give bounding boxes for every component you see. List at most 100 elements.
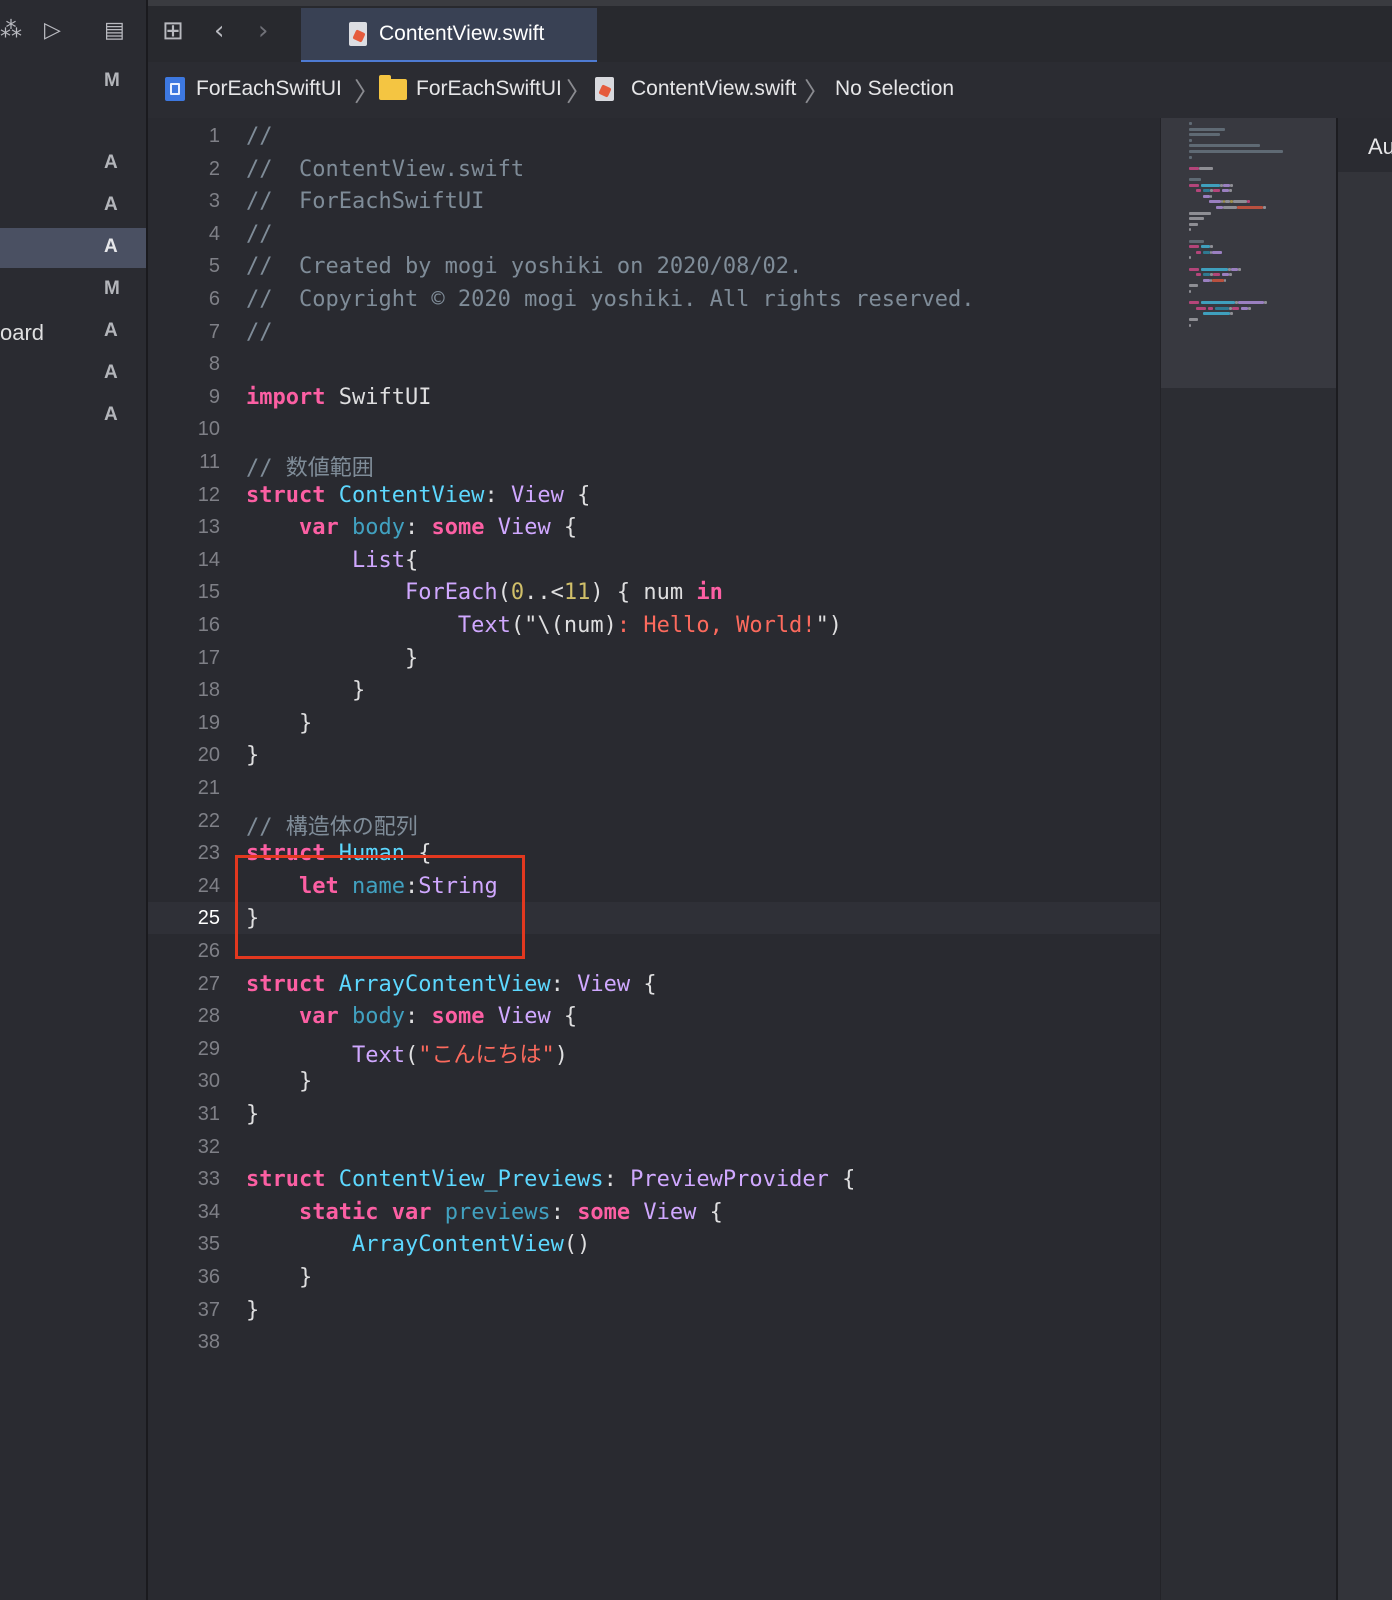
code-line[interactable]: 32 <box>148 1131 1160 1163</box>
code-text: // ForEachSwiftUI <box>246 189 485 215</box>
code-line[interactable]: 34 static var previews: some View { <box>148 1196 1160 1228</box>
code-line[interactable]: 5 // Created by mogi yoshiki on 2020/08/0… <box>148 250 1160 282</box>
minimap-line <box>1196 273 1201 277</box>
minimap-line <box>1248 306 1251 310</box>
minimap-line <box>1203 273 1210 277</box>
back-chevron-icon[interactable]: ‹ <box>214 18 224 44</box>
navigator-file-item[interactable]: M <box>0 270 146 310</box>
code-line[interactable]: 18 } <box>148 674 1160 706</box>
line-number: 7 <box>208 320 220 343</box>
project-navigator: ⁂ ▷ ▤ M A A A Moard A A A <box>0 0 148 1600</box>
tab-contentview-swift[interactable]: ContentView.swift <box>301 8 597 62</box>
code-text: List{ <box>351 547 419 573</box>
breakpoint-navigator-icon[interactable]: ⁂ <box>0 20 22 42</box>
code-line[interactable]: 15 ForEach(0..<11) { num in <box>148 576 1160 608</box>
minimap[interactable] <box>1160 118 1337 1600</box>
minimap-line <box>1213 189 1220 193</box>
inspector-content <box>1338 172 1392 1600</box>
minimap-line <box>1212 278 1224 282</box>
code-text: // ContentView.swift <box>246 156 525 182</box>
code-line[interactable]: 36 } <box>148 1261 1160 1293</box>
code-line[interactable]: 33 struct ContentView_Previews: PreviewPr… <box>148 1163 1160 1195</box>
code-line[interactable]: 29 Text("こんにちは") <box>148 1033 1160 1068</box>
code-line[interactable]: 17 } <box>148 642 1160 674</box>
code-line[interactable]: 10 <box>148 413 1160 445</box>
code-line[interactable]: 30 } <box>148 1065 1160 1097</box>
code-line[interactable]: 38 <box>148 1326 1160 1358</box>
minimap-line <box>1189 150 1283 153</box>
code-line[interactable]: 37} <box>148 1294 1160 1326</box>
code-text: // 数値範囲 <box>246 456 374 481</box>
code-line[interactable]: 19 } <box>148 707 1160 739</box>
code-text: Text("こんにちは") <box>351 1042 568 1068</box>
code-line[interactable]: 22 // 構造体の配列 <box>148 805 1160 840</box>
navigator-file-item[interactable]: A <box>0 144 146 184</box>
breadcrumb-file[interactable]: ContentView.swift <box>631 77 796 101</box>
minimap-line <box>1230 183 1233 187</box>
line-number: 21 <box>197 777 220 799</box>
line-number: 9 <box>208 385 220 408</box>
minimap-line <box>1238 267 1241 271</box>
code-text: // <box>246 221 273 247</box>
source-control-status-badge: A <box>104 320 118 341</box>
code-text: // Copyright © 2020 mogi yoshiki. All ri… <box>246 287 975 312</box>
navigator-file-item[interactable]: A <box>0 396 146 436</box>
line-number: 30 <box>197 1070 220 1093</box>
code-line[interactable]: 1 // <box>148 120 1160 152</box>
code-line[interactable]: 9 import SwiftUI <box>148 381 1160 413</box>
navigator-file-item[interactable]: A <box>0 186 146 226</box>
code-line[interactable]: 35 ArrayContentView() <box>148 1228 1160 1260</box>
minimap-line <box>1189 183 1199 187</box>
editor-tab-bar: ⊞ ‹ › ContentView.swift <box>148 6 1392 63</box>
forward-chevron-icon[interactable]: › <box>258 18 268 44</box>
code-line[interactable]: 8 <box>148 348 1160 380</box>
code-line[interactable]: 11 // 数値範囲 <box>148 446 1160 481</box>
code-line[interactable]: 12 struct ContentView: View { <box>148 479 1160 511</box>
related-items-grid-icon[interactable]: ⊞ <box>162 18 184 44</box>
code-line[interactable]: 6 // Copyright © 2020 mogi yoshiki. All r… <box>148 283 1160 315</box>
code-line[interactable]: 13 var body: some View { <box>148 511 1160 543</box>
code-line[interactable]: 21 <box>148 772 1160 804</box>
line-number: 33 <box>197 1168 220 1191</box>
report-navigator-icon[interactable]: ▤ <box>104 20 125 42</box>
minimap-line <box>1199 166 1213 170</box>
code-line[interactable]: 7 // <box>148 316 1160 348</box>
code-text: // 構造体の配列 <box>246 814 418 840</box>
code-text: var body: some View { <box>298 1004 578 1030</box>
minimap-line <box>1232 306 1239 310</box>
minimap-line <box>1189 211 1211 215</box>
line-number: 12 <box>197 483 220 506</box>
navigator-file-item[interactable]: A <box>0 354 146 394</box>
code-line[interactable]: 28 var body: some View { <box>148 1000 1160 1032</box>
code-text: struct ArrayContentView: View { <box>246 971 657 997</box>
breadcrumb-folder[interactable]: ForEachSwiftUI <box>416 77 562 101</box>
minimap-line <box>1201 245 1210 249</box>
breadcrumb-project[interactable]: ForEachSwiftUI <box>196 77 342 101</box>
minimap-line <box>1203 189 1210 193</box>
code-text: } <box>246 645 419 671</box>
line-number: 28 <box>197 1005 220 1028</box>
navigator-file-item[interactable]: M <box>0 62 146 102</box>
line-number: 14 <box>197 548 220 571</box>
navigator-file-item[interactable]: A <box>0 228 146 268</box>
code-line[interactable]: 20} <box>148 739 1160 771</box>
code-line[interactable]: 4 // <box>148 218 1160 250</box>
minimap-line <box>1189 166 1199 170</box>
minimap-line <box>1229 189 1232 193</box>
code-text: struct ContentView_Previews: PreviewProv… <box>246 1167 856 1193</box>
code-line[interactable]: 3 // ForEachSwiftUI <box>148 185 1160 217</box>
inspector-header: Au <box>1368 134 1392 159</box>
navigator-file-item[interactable]: oard A <box>0 312 146 352</box>
code-line[interactable]: 31} <box>148 1098 1160 1130</box>
inspector-panel: Au <box>1336 118 1392 1600</box>
code-line[interactable]: 2 // ContentView.swift <box>148 153 1160 185</box>
code-line[interactable]: 14 List{ <box>148 544 1160 576</box>
line-number: 35 <box>197 1233 220 1256</box>
tag-icon[interactable]: ▷ <box>44 20 61 42</box>
breadcrumb-selection[interactable]: No Selection <box>835 77 954 101</box>
minimap-visible-region[interactable] <box>1161 118 1337 388</box>
line-number: 2 <box>208 157 220 180</box>
code-text: } <box>246 710 313 736</box>
code-line[interactable]: 16 Text("\(num): Hello, World!") <box>148 609 1160 641</box>
code-line[interactable]: 27 struct ArrayContentView: View { <box>148 968 1160 1000</box>
